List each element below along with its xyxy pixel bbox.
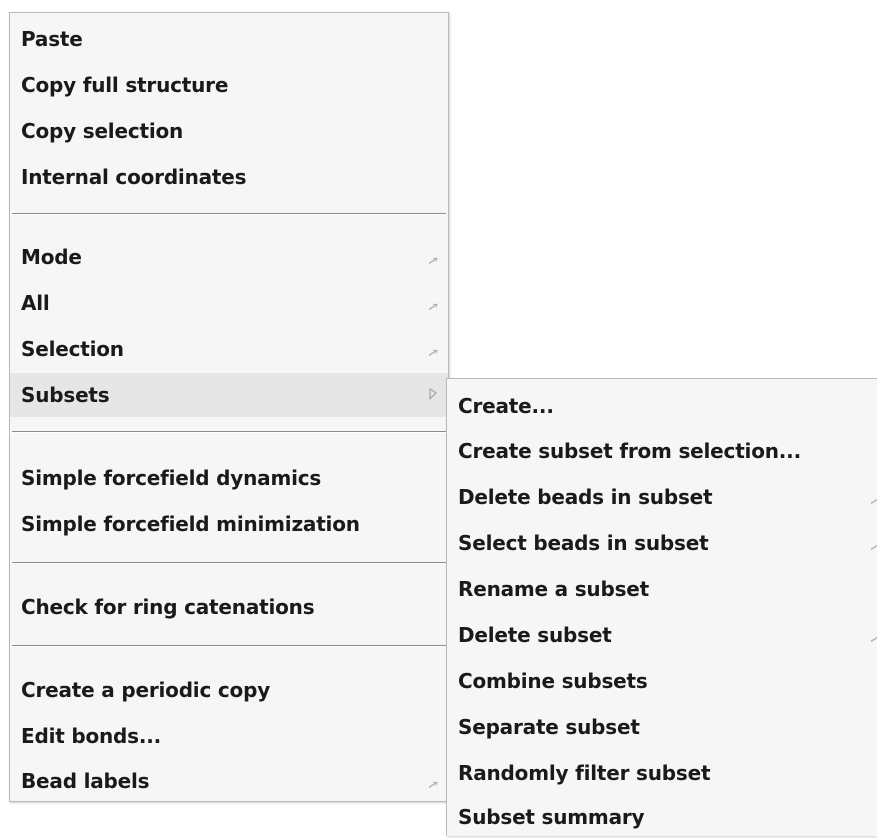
menu-item-label: Simple forcefield dynamics [21,466,322,490]
submenu-item-select-beads-in-subset[interactable]: Select beads in subset [447,521,877,565]
submenu-arrow-icon [870,636,877,642]
submenu-arrow-icon [428,349,438,356]
submenu-arrow-icon [429,387,437,400]
submenu-arrow-icon [870,544,877,550]
menu-item-check-ring-catenations[interactable]: Check for ring catenations [10,585,448,629]
menu-item-label: Mode [21,245,82,269]
subsets-submenu: Create... Create subset from selection..… [446,378,877,836]
menu-item-selection[interactable]: Selection [10,327,448,371]
menu-item-label: Copy selection [21,119,184,143]
menu-item-mode[interactable]: Mode [10,235,448,279]
submenu-item-subset-summary[interactable]: Subset summary [447,795,877,839]
submenu-item-randomly-filter-subset[interactable]: Randomly filter subset [447,751,877,795]
menu-item-internal-coordinates[interactable]: Internal coordinates [10,155,448,199]
submenu-item-create-from-selection[interactable]: Create subset from selection... [447,429,877,473]
menu-item-label: Simple forcefield minimization [21,512,360,536]
submenu-arrow-icon [870,498,877,504]
menu-separator [12,645,446,647]
submenu-item-delete-beads-in-subset[interactable]: Delete beads in subset [447,475,877,519]
submenu-item-combine-subsets[interactable]: Combine subsets [447,659,877,703]
menu-item-label: Delete subset [458,623,612,647]
menu-item-label: Check for ring catenations [21,595,315,619]
menu-item-label: Paste [21,27,83,51]
menu-item-subsets[interactable]: Subsets [10,373,448,417]
menu-item-label: Create a periodic copy [21,678,271,702]
menu-item-create-periodic-copy[interactable]: Create a periodic copy [10,668,448,712]
menu-separator [12,431,446,433]
menu-item-edit-bonds[interactable]: Edit bonds... [10,714,448,758]
menu-item-label: Selection [21,337,124,361]
menu-item-label: Select beads in subset [458,531,709,555]
menu-item-all[interactable]: All [10,281,448,325]
menu-item-label: Randomly filter subset [458,761,711,785]
menu-item-simple-forcefield-minimization[interactable]: Simple forcefield minimization [10,502,448,546]
menu-item-label: Bead labels [21,769,150,793]
menu-item-copy-full-structure[interactable]: Copy full structure [10,63,448,107]
menu-item-paste[interactable]: Paste [10,17,448,61]
menu-separator [12,213,446,215]
menu-item-label: Copy full structure [21,73,229,97]
menu-item-copy-selection[interactable]: Copy selection [10,109,448,153]
menu-item-bead-labels[interactable]: Bead labels [10,759,448,803]
menu-item-label: Combine subsets [458,669,648,693]
menu-item-simple-forcefield-dynamics[interactable]: Simple forcefield dynamics [10,456,448,500]
menu-item-label: Subsets [21,383,110,407]
menu-item-label: Create subset from selection... [458,439,801,463]
submenu-item-create[interactable]: Create... [447,384,877,428]
submenu-arrow-icon [428,781,438,788]
menu-item-label: Separate subset [458,715,640,739]
menu-item-label: Delete beads in subset [458,485,713,509]
menu-separator [12,562,446,564]
menu-item-label: All [21,291,50,315]
menu-item-label: Edit bonds... [21,724,162,748]
menu-item-label: Subset summary [458,805,645,829]
submenu-item-delete-subset[interactable]: Delete subset [447,613,877,657]
menu-item-label: Rename a subset [458,577,650,601]
submenu-item-rename-subset[interactable]: Rename a subset [447,567,877,611]
submenu-arrow-icon [428,257,438,264]
menu-item-label: Internal coordinates [21,165,247,189]
submenu-arrow-icon [428,303,438,310]
submenu-item-separate-subset[interactable]: Separate subset [447,705,877,749]
menu-item-label: Create... [458,394,554,418]
context-menu: Paste Copy full structure Copy selection… [9,12,449,802]
